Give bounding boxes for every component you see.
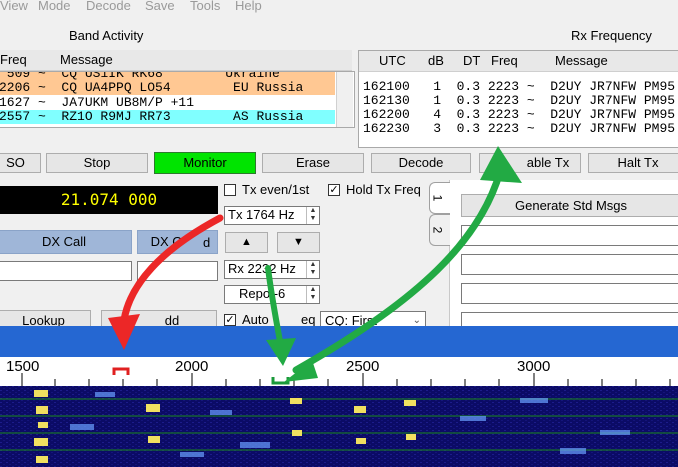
rx-freq-marker-icon xyxy=(271,377,290,385)
halt-tx-button[interactable]: Halt Tx xyxy=(588,153,678,173)
rx-freq-value: Rx 2232 Hz xyxy=(228,261,296,276)
decode-button[interactable]: Decode xyxy=(371,153,471,173)
waterfall-header-band xyxy=(0,326,678,357)
menu-decode[interactable]: Decode xyxy=(86,0,131,13)
menu-view[interactable]: View xyxy=(0,0,28,13)
list-item[interactable]: 162230 3 0.3 2223 ~ D2UY JR7NFW PM95 xyxy=(363,122,675,136)
tx-rx-markers xyxy=(112,367,290,385)
list-item[interactable]: 1627 ~ JA7UKM UB8M/P +11 xyxy=(0,96,335,110)
rx-frequency-title: Rx Frequency xyxy=(571,28,652,43)
dx-grid-input[interactable] xyxy=(137,261,218,281)
list-item[interactable]: 162200 4 0.3 2223 ~ D2UY JR7NFW PM95 xyxy=(363,108,675,122)
log-qso-button[interactable]: SO xyxy=(0,153,41,173)
menu-bar: View Mode Decode Save Tools Help xyxy=(0,0,678,16)
tx-freq-marker-icon xyxy=(112,367,130,375)
rx-freq-spinbox[interactable]: Rx 2232 Hz ▲ ▼ xyxy=(224,260,320,279)
tx-even-label: Tx even/1st xyxy=(242,182,310,197)
col-dt: DT xyxy=(463,53,481,68)
list-item[interactable]: 2206 ~ CQ UA4PPQ LO54 EU Russia xyxy=(0,81,335,95)
dx-grid-label-tail: d xyxy=(203,235,211,250)
frequency-ruler[interactable]: 1500 2000 2500 3000 xyxy=(0,357,678,386)
waterfall-display[interactable] xyxy=(0,386,678,467)
down-arrow-icon: ▼ xyxy=(293,236,304,248)
tab-2[interactable]: 2 xyxy=(429,214,450,246)
band-activity-list[interactable]: 509 ~ CQ US1IK RK68 Ukraine 2206 ~ CQ UA… xyxy=(0,71,355,128)
list-item[interactable]: 162130 1 0.3 2223 ~ D2UY JR7NFW PM95 xyxy=(363,94,675,108)
tab-1[interactable]: 1 xyxy=(429,182,450,214)
spin-arrows-icon[interactable]: ▲ ▼ xyxy=(306,207,319,224)
list-item[interactable]: 2557 ~ RZ1O R9MJ RR73 AS Russia xyxy=(0,110,335,124)
dial-frequency-display: 21.074 000 xyxy=(0,186,218,214)
monitor-button[interactable]: Monitor xyxy=(154,152,256,174)
up-arrow-icon: ▲ xyxy=(241,236,252,248)
dx-call-input[interactable] xyxy=(0,261,132,281)
tx3-message-input[interactable] xyxy=(461,283,678,304)
col-message: Message xyxy=(555,53,608,68)
menu-save[interactable]: Save xyxy=(145,0,175,13)
list-item[interactable]: 162100 1 0.3 2223 ~ D2UY JR7NFW PM95 xyxy=(363,80,675,94)
menu-help[interactable]: Help xyxy=(235,0,262,13)
auto-seq-checkbox[interactable]: ✓ xyxy=(224,314,236,326)
hold-tx-freq-label: Hold Tx Freq xyxy=(346,182,421,197)
band-activity-scrollbar[interactable] xyxy=(336,72,353,127)
tx-even-checkbox[interactable] xyxy=(224,184,236,196)
tab-2-label: 2 xyxy=(430,226,445,234)
generate-std-msgs-button[interactable]: Generate Std Msgs xyxy=(461,194,678,217)
band-activity-title: Band Activity xyxy=(69,28,144,43)
tx-freq-value: Tx 1764 Hz xyxy=(228,207,295,222)
waterfall-image xyxy=(0,386,678,467)
rx-frequency-panel: UTC dB DT Freq Message 162100 1 0.3 2223… xyxy=(358,50,678,148)
col-db: dB xyxy=(428,53,444,68)
auto-seq-label-tail: eq xyxy=(301,312,316,327)
tx-freq-spinbox[interactable]: Tx 1764 Hz ▲ ▼ xyxy=(224,206,320,225)
report-spinbox[interactable]: Repo -6 ▲ ▼ xyxy=(224,285,320,304)
auto-seq-label: Auto xyxy=(242,312,269,327)
stop-button[interactable]: Stop xyxy=(46,153,148,173)
col-utc: UTC xyxy=(379,53,406,68)
hold-tx-freq-checkbox[interactable]: ✓ xyxy=(328,184,340,196)
report-value: Repo -6 xyxy=(239,286,286,301)
menu-tools[interactable]: Tools xyxy=(190,0,220,13)
tx2-message-input[interactable] xyxy=(461,254,678,275)
col-message: Message xyxy=(60,52,113,67)
up-arrow-button[interactable]: ▲ xyxy=(225,232,268,253)
band-activity-header: Freq Message xyxy=(0,50,352,71)
erase-button[interactable]: Erase xyxy=(262,153,364,173)
down-arrow-button[interactable]: ▼ xyxy=(277,232,320,253)
spin-arrows-icon[interactable]: ▲ ▼ xyxy=(306,261,319,278)
tx1-message-input[interactable] xyxy=(461,225,678,246)
spin-arrows-icon[interactable]: ▲ ▼ xyxy=(306,286,319,303)
dx-call-label: DX Call xyxy=(0,230,132,254)
tab-1-label: 1 xyxy=(430,194,445,202)
col-freq: Freq xyxy=(491,53,518,68)
menu-mode[interactable]: Mode xyxy=(38,0,71,13)
rx-frequency-header: UTC dB DT Freq Message xyxy=(359,51,678,72)
col-freq: Freq xyxy=(0,52,27,67)
enable-tx-button[interactable]: able Tx xyxy=(479,153,581,173)
